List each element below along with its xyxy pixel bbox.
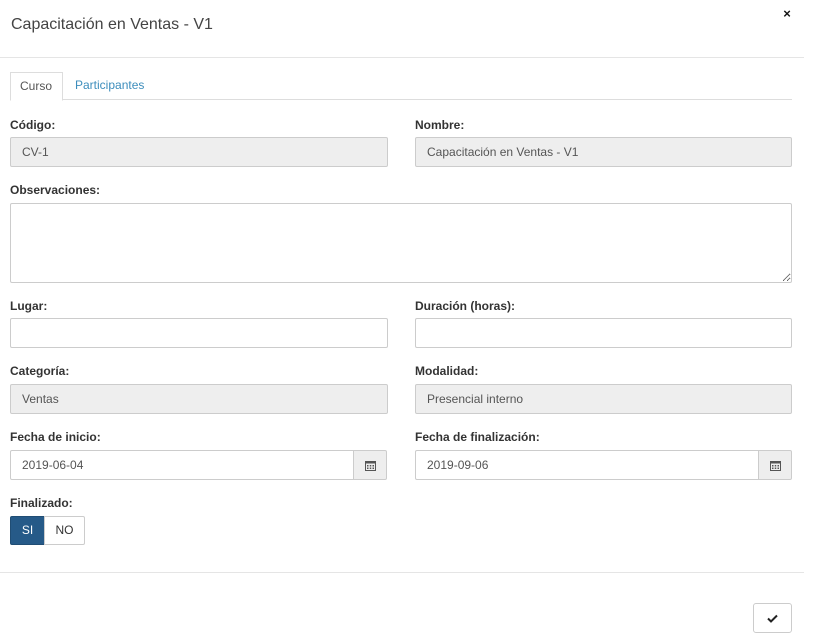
observaciones-label: Observaciones: [10, 183, 101, 197]
fecha-fin-input[interactable]: 2019-09-06 [415, 450, 760, 480]
fecha-fin-calendar-button[interactable] [758, 450, 792, 480]
duracion-label: Duración (horas): [415, 299, 516, 313]
modal-header: Capacitación en Ventas - V1 [0, 0, 804, 58]
duracion-input[interactable] [415, 318, 792, 348]
fecha-fin-label: Fecha de finalización: [415, 430, 540, 444]
codigo-field: CV-1 [10, 137, 388, 167]
footer-divider [0, 572, 804, 573]
lugar-input[interactable] [10, 318, 388, 348]
categoria-label: Categoría: [10, 364, 70, 378]
tab-participantes[interactable]: Participantes [66, 72, 153, 100]
tab-bar: Curso Participantes [10, 72, 792, 101]
fecha-inicio-input[interactable]: 2019-06-04 [10, 450, 355, 480]
check-icon [767, 614, 778, 623]
calendar-icon [769, 460, 781, 471]
lugar-label: Lugar: [10, 299, 48, 313]
tab-curso[interactable]: Curso [10, 72, 63, 101]
nombre-field: Capacitación en Ventas - V1 [415, 137, 792, 167]
codigo-label: Código: [10, 118, 56, 132]
categoria-field: Ventas [10, 384, 388, 414]
save-button[interactable] [753, 603, 792, 633]
finalizado-no-button[interactable]: NO [44, 516, 85, 545]
finalizado-si-button[interactable]: SI [10, 516, 45, 545]
fecha-inicio-label: Fecha de inicio: [10, 430, 101, 444]
close-icon[interactable]: × [780, 7, 794, 21]
finalizado-label: Finalizado: [10, 496, 73, 510]
fecha-inicio-calendar-button[interactable] [353, 450, 387, 480]
modalidad-field: Presencial interno [415, 384, 792, 414]
observaciones-textarea[interactable] [10, 203, 792, 283]
modal-title: Capacitación en Ventas - V1 [11, 16, 213, 33]
calendar-icon [364, 460, 376, 471]
nombre-label: Nombre: [415, 118, 465, 132]
modalidad-label: Modalidad: [415, 364, 479, 378]
